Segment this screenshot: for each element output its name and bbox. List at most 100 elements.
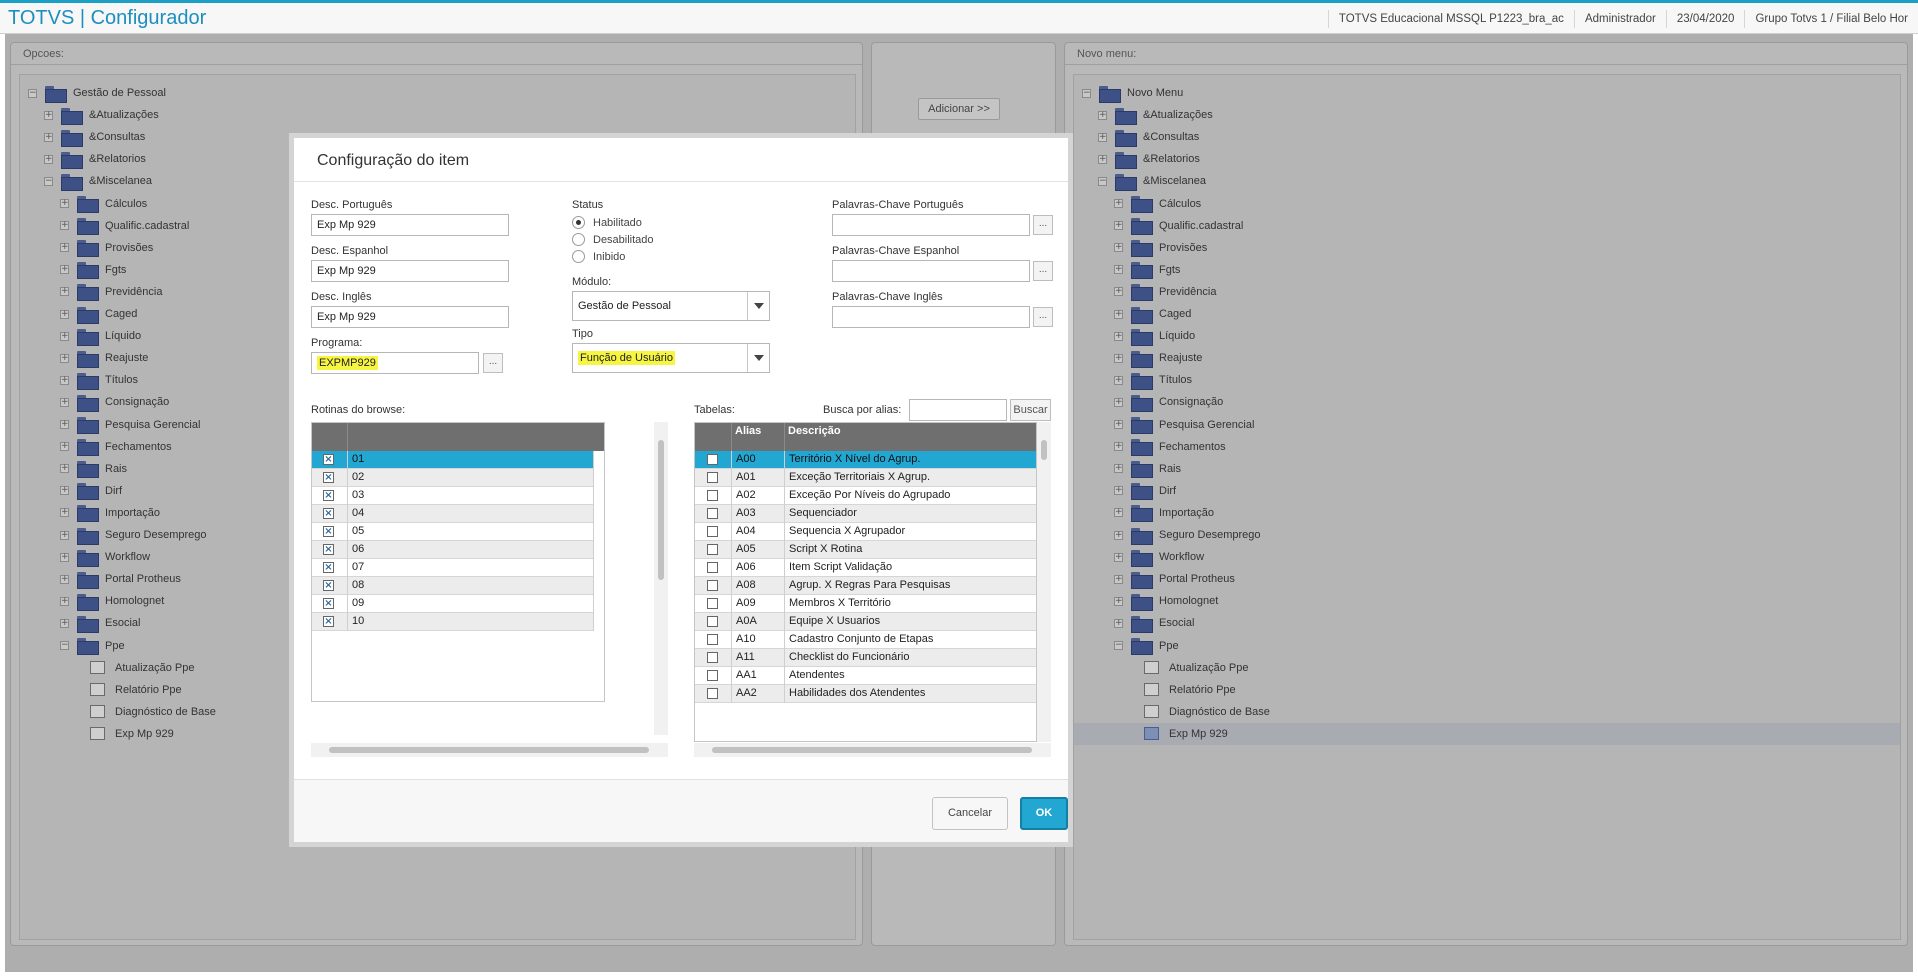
expand-icon[interactable]: + [60,574,69,584]
checkbox-unchecked-icon[interactable] [707,526,718,537]
tree-node[interactable]: + Títulos [1114,369,1192,391]
rotinas-vertical-scrollbar[interactable] [654,422,668,735]
tree-node[interactable]: + Qualific.cadastral [60,215,189,237]
expand-icon[interactable]: + [60,221,69,231]
tabelas-row[interactable]: AA1 Atendentes [695,667,1036,685]
expand-icon[interactable]: + [60,199,69,208]
checkbox-unchecked-icon[interactable] [707,454,718,465]
expand-icon[interactable]: + [60,397,69,407]
rotinas-row[interactable]: × 02 [312,469,594,487]
tabelas-row[interactable]: A01 Exceção Territoriais X Agrup. [695,469,1036,487]
checkbox-checked-icon[interactable]: × [323,508,334,519]
tree-node[interactable]: + Reajuste [60,347,148,369]
expand-icon[interactable]: + [60,265,69,275]
rotinas-row[interactable]: × 01 [312,451,594,469]
tree-node[interactable]: Diagnóstico de Base [1144,701,1270,723]
collapse-icon[interactable]: − [1114,641,1123,650]
alias-column-header[interactable]: Alias [732,423,785,451]
modulo-select[interactable]: Gestão de Pessoal [572,291,770,321]
tabelas-row[interactable]: A03 Sequenciador [695,505,1036,523]
checkbox-unchecked-icon[interactable] [707,652,718,663]
tree-node[interactable]: + Provisões [1114,237,1207,259]
tree-node[interactable]: + Fechamentos [1114,436,1226,458]
descricao-column-header[interactable]: Descrição [785,423,1036,451]
checkbox-unchecked-icon[interactable] [707,562,718,573]
tabelas-row[interactable]: A06 Item Script Validação [695,559,1036,577]
tree-node[interactable]: + Esocial [60,612,140,634]
checkbox-unchecked-icon[interactable] [707,670,718,681]
row-check-cell[interactable]: × [312,577,348,595]
expand-icon[interactable]: + [1114,199,1123,208]
checkbox-unchecked-icon[interactable] [707,490,718,501]
row-check-cell[interactable]: × [312,613,348,631]
expand-icon[interactable]: + [1114,530,1123,540]
tabelas-row[interactable]: A09 Membros X Território [695,595,1036,613]
checkbox-checked-icon[interactable]: × [323,544,334,555]
tree-node[interactable]: + Provisões [60,237,153,259]
row-check-cell[interactable] [695,595,732,613]
tree-node[interactable]: + Seguro Desemprego [1114,524,1261,546]
tree-node[interactable]: − &Miscelanea [44,170,152,192]
row-check-cell[interactable] [695,487,732,505]
programa-lookup-button[interactable]: ... [483,353,503,373]
tree-node[interactable]: + Rais [60,458,127,480]
status-habilitado[interactable]: Habilitado [572,216,642,229]
row-check-cell[interactable] [695,523,732,541]
ok-button[interactable]: OK [1020,797,1068,830]
tree-node[interactable]: − Ppe [60,635,125,657]
collapse-icon[interactable]: − [44,176,53,186]
tree-node[interactable]: Exp Mp 929 [90,723,174,745]
tabelas-vertical-scrollbar[interactable] [1037,422,1051,742]
tree-node[interactable]: + Importação [1114,502,1214,524]
busca-alias-input[interactable] [909,399,1007,421]
tabelas-row[interactable]: A00 Território X Nível do Agrup. [695,451,1036,469]
row-check-cell[interactable]: × [312,487,348,505]
checkbox-checked-icon[interactable]: × [323,562,334,573]
expand-icon[interactable]: + [60,552,69,562]
tabelas-row[interactable]: A05 Script X Rotina [695,541,1036,559]
rotinas-row[interactable]: × 08 [312,577,594,595]
checkbox-checked-icon[interactable]: × [323,580,334,591]
row-check-cell[interactable]: × [312,541,348,559]
expand-icon[interactable]: + [1114,309,1123,319]
checkbox-checked-icon[interactable]: × [323,490,334,501]
checkbox-unchecked-icon[interactable] [707,508,718,519]
expand-icon[interactable]: + [1114,287,1123,297]
expand-icon[interactable]: + [1114,375,1123,385]
tree-node[interactable]: + &Relatorios [1098,148,1200,170]
expand-icon[interactable]: + [60,287,69,297]
expand-icon[interactable]: + [1114,243,1123,253]
row-check-cell[interactable] [695,577,732,595]
scroll-thumb[interactable] [712,747,1032,753]
desc-en-field[interactable]: Exp Mp 929 [311,306,509,328]
tabelas-row[interactable]: A10 Cadastro Conjunto de Etapas [695,631,1036,649]
row-check-cell[interactable] [695,631,732,649]
tree-node[interactable]: + Portal Protheus [60,568,181,590]
tabelas-grid[interactable]: Alias Descrição A00 Território X Nível do… [694,422,1037,742]
tree-node[interactable]: + Cálculos [1114,193,1201,215]
checkbox-unchecked-icon[interactable] [707,472,718,483]
status-desabilitado[interactable]: Desabilitado [572,233,654,246]
tabelas-row[interactable]: A04 Sequencia X Agrupador [695,523,1036,541]
tree-node[interactable]: + Previdência [1114,281,1216,303]
tree-node[interactable]: + Homolognet [1114,590,1218,612]
expand-icon[interactable]: + [60,464,69,474]
row-check-cell[interactable] [695,541,732,559]
rotinas-row[interactable]: × 07 [312,559,594,577]
expand-icon[interactable]: + [1098,132,1107,142]
tree-node[interactable]: + Previdência [60,281,162,303]
row-check-cell[interactable] [695,451,732,469]
tree-node[interactable]: + Pesquisa Gerencial [1114,414,1254,436]
rotinas-row[interactable]: × 06 [312,541,594,559]
programa-field[interactable]: EXPMP929 [311,352,479,374]
buscar-button[interactable]: Buscar [1010,399,1051,421]
tree-node[interactable]: − Ppe [1114,635,1179,657]
expand-icon[interactable]: + [1114,353,1123,363]
cancel-button[interactable]: Cancelar [932,797,1008,830]
checkbox-checked-icon[interactable]: × [323,454,334,465]
tree-node[interactable]: + Fechamentos [60,436,172,458]
row-check-cell[interactable]: × [312,595,348,613]
kw-pt-lookup-button[interactable]: ... [1033,215,1053,235]
tree-node[interactable]: + Fgts [1114,259,1180,281]
tree-node[interactable]: + Líquido [60,325,141,347]
